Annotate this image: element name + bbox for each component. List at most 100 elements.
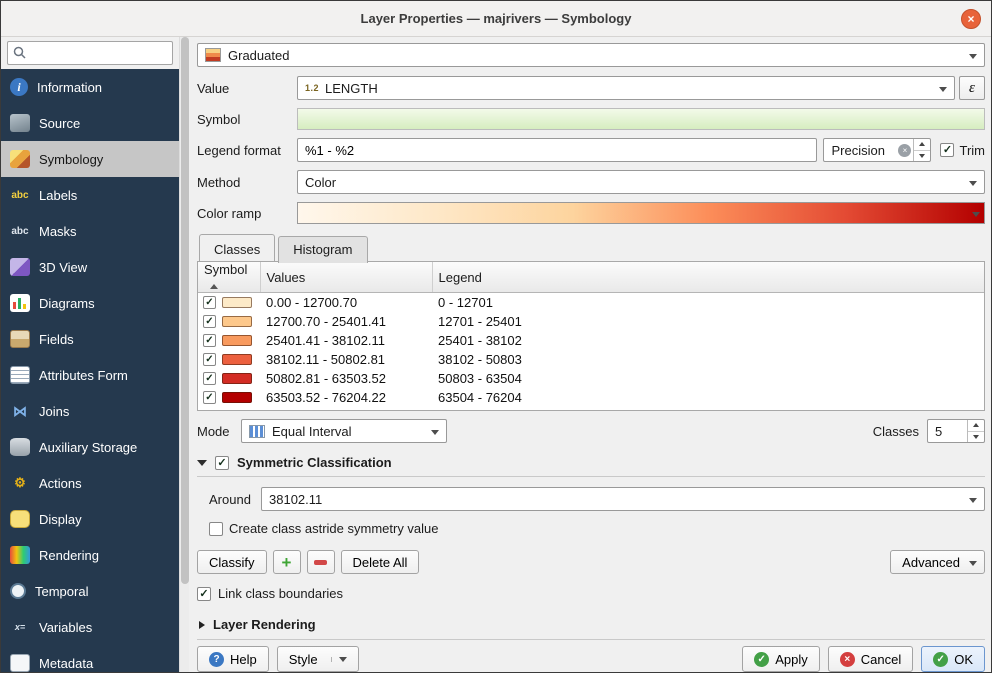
class-row[interactable]: ✓ 12700.70 - 25401.4112701 - 25401: [198, 312, 984, 331]
layer-rendering-group[interactable]: Layer Rendering: [197, 617, 985, 640]
spin-up-button[interactable]: [914, 139, 930, 151]
advanced-button[interactable]: Advanced: [890, 550, 985, 574]
class-visibility-checkbox[interactable]: ✓: [203, 315, 216, 328]
sidebar-scrollbar[interactable]: [179, 37, 189, 673]
mode-combo[interactable]: Equal Interval: [241, 419, 447, 443]
sidebar-item-labels[interactable]: abcLabels: [1, 177, 179, 213]
class-row[interactable]: ✓ 25401.41 - 38102.1125401 - 38102: [198, 331, 984, 350]
sidebar-item-source[interactable]: Source: [1, 105, 179, 141]
sidebar-item-joins[interactable]: ⋈Joins: [1, 393, 179, 429]
sidebar-item-information[interactable]: iInformation: [1, 69, 179, 105]
symmetric-classification-title: Symmetric Classification: [237, 455, 392, 470]
class-legend[interactable]: 25401 - 38102: [432, 331, 984, 350]
sidebar-item-metadata[interactable]: Metadata: [1, 645, 179, 673]
class-row[interactable]: ✓ 63503.52 - 76204.2263504 - 76204: [198, 388, 984, 407]
class-color-swatch[interactable]: [222, 335, 252, 346]
class-values[interactable]: 50802.81 - 63503.52: [260, 369, 432, 388]
spin-up-button[interactable]: [968, 420, 984, 432]
sidebar-item-rendering[interactable]: Rendering: [1, 537, 179, 573]
renderer-value: Graduated: [228, 48, 289, 63]
class-color-swatch[interactable]: [222, 297, 252, 308]
remove-class-button[interactable]: [307, 550, 335, 574]
apply-check-icon: ✓: [754, 652, 769, 667]
trim-checkbox[interactable]: ✓: [940, 143, 954, 157]
class-visibility-checkbox[interactable]: ✓: [203, 296, 216, 309]
sidebar-item-variables[interactable]: x=Variables: [1, 609, 179, 645]
value-field-name: LENGTH: [325, 81, 378, 96]
sidebar-item-3d-view[interactable]: 3D View: [1, 249, 179, 285]
tab-histogram[interactable]: Histogram: [278, 236, 367, 263]
class-values[interactable]: 12700.70 - 25401.41: [260, 312, 432, 331]
style-dropdown[interactable]: [331, 657, 347, 662]
cancel-button[interactable]: × Cancel: [828, 646, 913, 672]
class-visibility-checkbox[interactable]: ✓: [203, 334, 216, 347]
class-legend[interactable]: 38102 - 50803: [432, 350, 984, 369]
sidebar-item-label: Auxiliary Storage: [39, 440, 137, 455]
class-color-swatch[interactable]: [222, 316, 252, 327]
sidebar-item-masks[interactable]: abcMasks: [1, 213, 179, 249]
expand-arrow-icon[interactable]: [199, 621, 205, 629]
class-values[interactable]: 63503.52 - 76204.22: [260, 388, 432, 407]
sidebar-item-label: 3D View: [39, 260, 87, 275]
class-legend[interactable]: 63504 - 76204: [432, 388, 984, 407]
class-visibility-checkbox[interactable]: ✓: [203, 353, 216, 366]
class-legend[interactable]: 12701 - 25401: [432, 312, 984, 331]
collapse-arrow-icon[interactable]: [197, 460, 207, 466]
class-visibility-checkbox[interactable]: ✓: [203, 391, 216, 404]
sidebar-item-diagrams[interactable]: Diagrams: [1, 285, 179, 321]
astride-label: Create class astride symmetry value: [229, 521, 439, 536]
class-color-swatch[interactable]: [222, 373, 252, 384]
precision-spinbox[interactable]: Precision ×: [823, 138, 931, 162]
method-combo[interactable]: Color: [297, 170, 985, 194]
sidebar-item-symbology[interactable]: Symbology: [1, 141, 179, 177]
class-values[interactable]: 25401.41 - 38102.11: [260, 331, 432, 350]
ok-button[interactable]: ✓ OK: [921, 646, 985, 672]
class-legend[interactable]: 0 - 12701: [432, 293, 984, 313]
help-button[interactable]: ? Help: [197, 646, 269, 672]
apply-button[interactable]: ✓ Apply: [742, 646, 820, 672]
symmetric-classification-checkbox[interactable]: ✓: [215, 456, 229, 470]
class-legend[interactable]: 50803 - 63504: [432, 369, 984, 388]
expression-builder-button[interactable]: ε: [959, 76, 985, 100]
close-button[interactable]: ×: [961, 9, 981, 29]
class-row[interactable]: ✓ 38102.11 - 50802.8138102 - 50803: [198, 350, 984, 369]
column-header-symbol[interactable]: Symbol: [198, 262, 260, 293]
column-header-values[interactable]: Values: [260, 262, 432, 293]
scrollbar-thumb[interactable]: [181, 37, 189, 584]
sidebar-item-auxiliary-storage[interactable]: Auxiliary Storage: [1, 429, 179, 465]
class-values[interactable]: 0.00 - 12700.70: [260, 293, 432, 313]
class-color-swatch[interactable]: [222, 354, 252, 365]
class-row[interactable]: ✓ 50802.81 - 63503.5250803 - 63504: [198, 369, 984, 388]
tab-classes[interactable]: Classes: [199, 234, 275, 261]
column-header-legend[interactable]: Legend: [432, 262, 984, 293]
class-row[interactable]: ✓ 0.00 - 12700.700 - 12701: [198, 293, 984, 313]
layer-rendering-title: Layer Rendering: [213, 617, 316, 632]
around-value-combo[interactable]: 38102.11: [261, 487, 985, 511]
sidebar-item-temporal[interactable]: Temporal: [1, 573, 179, 609]
titlebar[interactable]: Layer Properties — majrivers — Symbology…: [1, 1, 991, 37]
add-class-button[interactable]: +: [273, 550, 301, 574]
classify-button[interactable]: Classify: [197, 550, 267, 574]
sidebar-item-display[interactable]: Display: [1, 501, 179, 537]
class-values[interactable]: 38102.11 - 50802.81: [260, 350, 432, 369]
classes-count-spinbox[interactable]: 5: [927, 419, 985, 443]
spin-down-button[interactable]: [914, 151, 930, 162]
class-visibility-checkbox[interactable]: ✓: [203, 372, 216, 385]
symbol-preview[interactable]: [297, 108, 985, 130]
astride-checkbox[interactable]: [209, 522, 223, 536]
sidebar-search-input[interactable]: [7, 41, 173, 65]
renderer-combo[interactable]: Graduated: [197, 43, 985, 67]
delete-all-button[interactable]: Delete All: [341, 550, 420, 574]
value-field-combo[interactable]: 1.2 LENGTH: [297, 76, 955, 100]
link-class-boundaries-checkbox[interactable]: ✓: [197, 587, 211, 601]
sidebar-item-fields[interactable]: Fields: [1, 321, 179, 357]
legend-format-input[interactable]: [297, 138, 817, 162]
style-button[interactable]: Style: [277, 646, 359, 672]
sidebar-item-label: Source: [39, 116, 80, 131]
sidebar-item-actions[interactable]: ⚙Actions: [1, 465, 179, 501]
spin-down-button[interactable]: [968, 432, 984, 443]
class-color-swatch[interactable]: [222, 392, 252, 403]
sidebar-item-attributes-form[interactable]: Attributes Form: [1, 357, 179, 393]
color-ramp-combo[interactable]: [297, 202, 985, 224]
clear-icon[interactable]: ×: [898, 144, 911, 157]
